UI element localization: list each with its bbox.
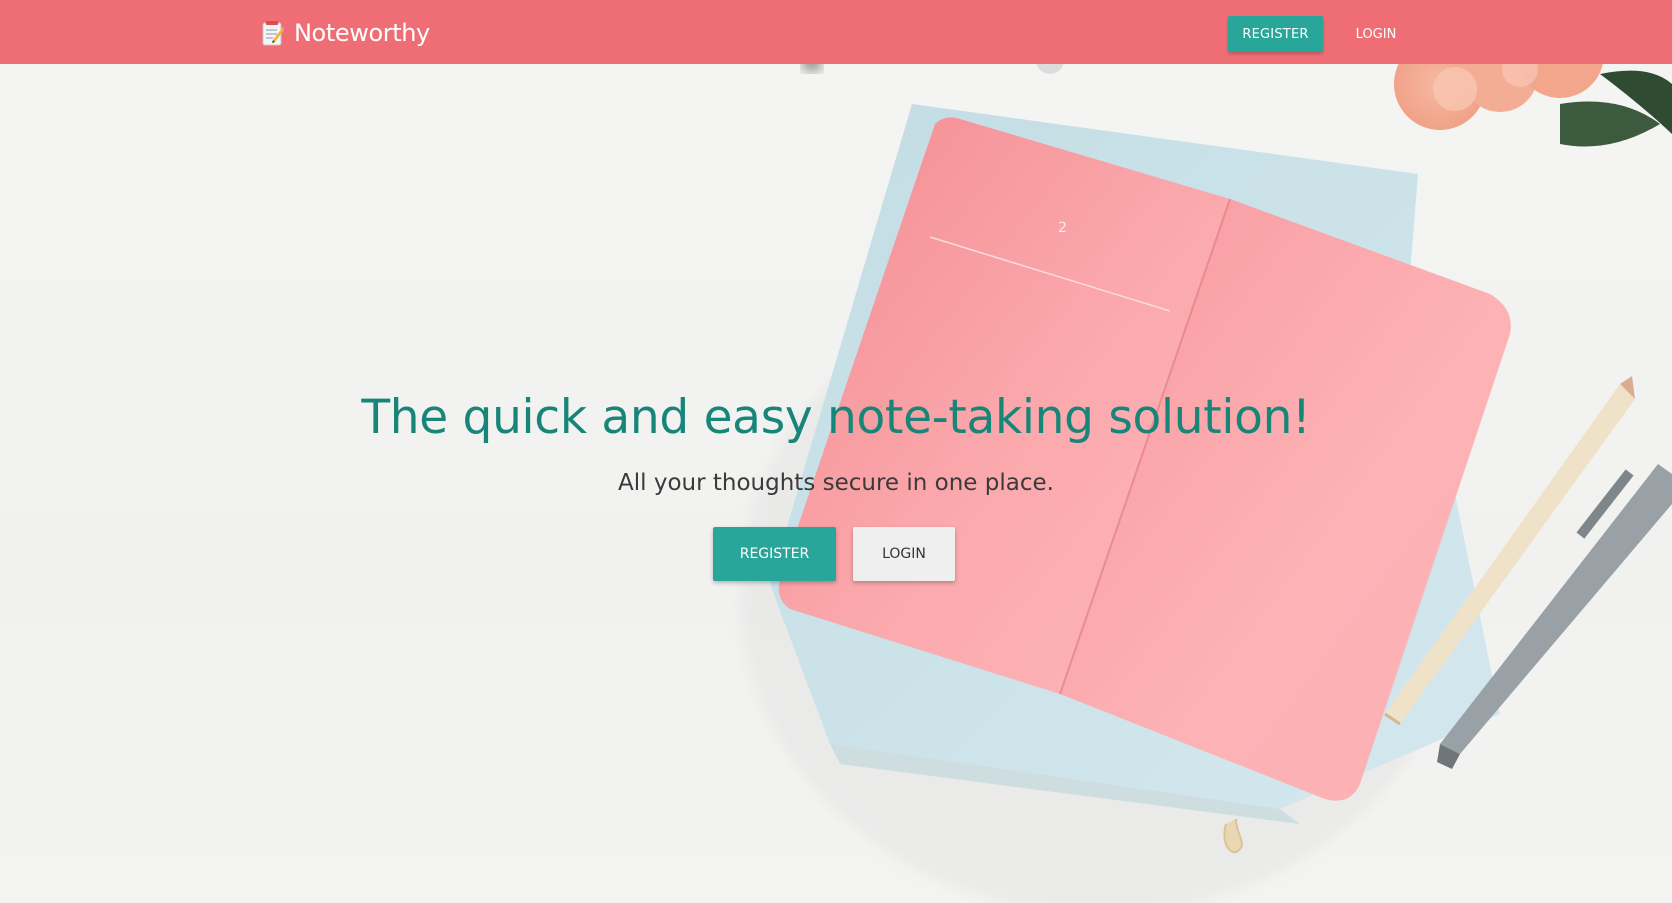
top-navbar: Noteworthy REGISTER LOGIN <box>0 0 1672 64</box>
brand-name: Noteworthy <box>294 19 430 47</box>
nav-register-button[interactable]: REGISTER <box>1228 16 1323 52</box>
hero-subheadline: All your thoughts secure in one place. <box>618 470 1054 496</box>
notebook-page-number: 2 <box>1058 220 1067 236</box>
brand-logo[interactable]: Noteworthy <box>262 17 430 49</box>
hero-login-button[interactable]: LOGIN <box>853 527 955 581</box>
memo-icon <box>262 21 284 46</box>
hero-headline: The quick and easy note-taking solution! <box>361 390 1311 445</box>
nav-login-link[interactable]: LOGIN <box>1344 16 1408 52</box>
hero-register-button[interactable]: REGISTER <box>713 527 836 581</box>
